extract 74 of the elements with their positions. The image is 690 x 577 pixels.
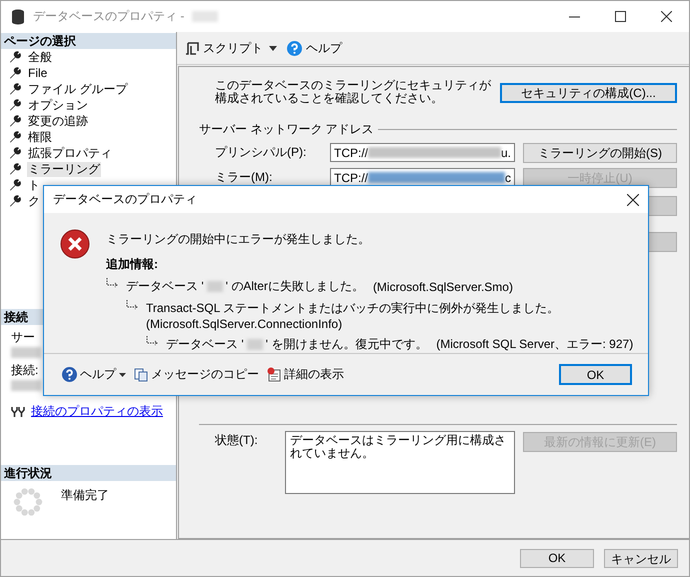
- maximize-icon: [614, 11, 626, 22]
- wrench-icon: [9, 195, 21, 207]
- page-item[interactable]: ファイル グループ: [27, 82, 128, 96]
- security-note: このデータベースのミラーリングにセキュリティが構成されていることを確認してください。: [215, 79, 492, 105]
- detail-source: (Microsoft.SqlServer.Smo): [372, 280, 513, 294]
- show-details-button[interactable]: 詳細の表示: [267, 366, 344, 384]
- script-icon: [185, 42, 199, 54]
- help-button[interactable]: ヘルプ: [287, 40, 342, 56]
- help-button[interactable]: ヘルプ: [62, 366, 126, 384]
- detail-text: データベース ': [166, 336, 244, 354]
- wrench-icon: [9, 83, 21, 95]
- detail-text: ' のAlterに失敗しました。: [226, 278, 364, 296]
- page-item[interactable]: オプション: [27, 98, 89, 112]
- database-icon: [11, 8, 25, 24]
- branch-arrow-icon: [106, 278, 120, 288]
- redacted-name: [192, 11, 218, 22]
- branch-arrow-icon: [146, 336, 160, 346]
- wrench-icon: [9, 147, 21, 159]
- caret-icon: [119, 372, 126, 377]
- address-label: プリンシパル(P):: [215, 144, 308, 161]
- configure-security-button[interactable]: セキュリティの構成(C)...: [500, 83, 677, 103]
- redacted-value: [11, 347, 41, 358]
- address-field[interactable]: TCP:// u.: [330, 143, 515, 162]
- status-label: 状態(T):: [215, 432, 259, 449]
- connection-label: 接続:: [11, 362, 38, 379]
- copy-message-button[interactable]: メッセージのコピー: [134, 366, 259, 384]
- details-header: 追加情報:: [106, 256, 158, 274]
- page-item[interactable]: 拡張プロパティ: [27, 146, 113, 160]
- detail-source: (Microsoft SQL Server、エラー: 927): [436, 336, 634, 354]
- wrench-icon: [9, 163, 21, 175]
- detail-text: データベース ': [126, 278, 204, 296]
- redacted-value: [11, 380, 41, 391]
- help-icon: [287, 40, 302, 56]
- wrench-icon: [9, 51, 21, 63]
- page-item[interactable]: ト: [27, 178, 41, 192]
- ok-button[interactable]: OK: [520, 548, 594, 568]
- dialog-title: データベースのプロパティ: [53, 191, 197, 208]
- connection-properties-link[interactable]: 接続のプロパティの表示: [31, 403, 163, 420]
- wrench-icon: [9, 131, 21, 143]
- section-title: サーバー ネットワーク アドレス: [199, 121, 374, 138]
- window-title: データベースのプロパティ -: [33, 8, 184, 25]
- branch-arrow-icon: [126, 300, 140, 310]
- cancel-button[interactable]: キャンセル: [604, 548, 678, 568]
- error-icon: [60, 229, 90, 260]
- page-item[interactable]: 変更の追跡: [27, 114, 89, 128]
- help-icon: [62, 367, 77, 382]
- wrench-icon: [9, 115, 21, 127]
- caret-icon[interactable]: [269, 46, 277, 50]
- progress-status: 準備完了: [61, 487, 109, 504]
- section-header: ページの選択: [1, 33, 176, 49]
- plug-icon: [11, 406, 25, 416]
- section-header: 進行状況: [1, 465, 176, 481]
- spinner-icon: [13, 487, 43, 517]
- page-item[interactable]: ミラーリング: [27, 162, 101, 176]
- script-button[interactable]: スクリプト: [185, 40, 263, 56]
- close-icon: [660, 11, 672, 22]
- wrench-icon: [9, 67, 21, 79]
- document-error-icon: [267, 367, 281, 382]
- connection-label: サー: [11, 329, 35, 346]
- wrench-icon: [9, 99, 21, 111]
- ok-button[interactable]: OK: [559, 364, 632, 386]
- address-label: ミラー(M):: [215, 169, 274, 186]
- error-message: ミラーリングの開始中にエラーが発生しました。: [106, 231, 370, 248]
- page-item[interactable]: 権限: [27, 130, 53, 144]
- mirroring-button[interactable]: ミラーリングの開始(S): [523, 143, 677, 163]
- redacted-name: [206, 281, 223, 292]
- wrench-icon: [9, 179, 21, 191]
- page-item[interactable]: File: [27, 66, 48, 80]
- redacted-name: [246, 339, 263, 350]
- page-item[interactable]: 全般: [27, 50, 53, 64]
- status-field: データベースはミラーリング用に構成されていません。: [285, 431, 515, 494]
- page-item[interactable]: ク: [27, 194, 41, 208]
- copy-icon: [134, 368, 148, 382]
- detail-text: ' を開けません。復元中です。: [266, 336, 428, 354]
